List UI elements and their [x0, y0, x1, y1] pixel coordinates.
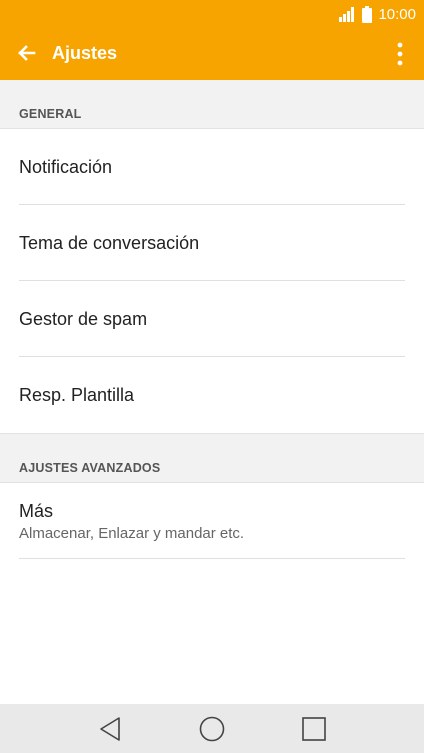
page-title: Ajustes — [52, 43, 118, 63]
section-header-advanced: AJUSTES AVANZADOS — [0, 433, 424, 483]
navigation-bar — [0, 704, 424, 753]
more-vert-icon[interactable] — [386, 40, 414, 68]
setting-label: Notificación — [19, 156, 113, 177]
setting-gestor-spam[interactable]: Gestor de spam — [0, 281, 424, 357]
setting-label: Más — [19, 500, 54, 521]
status-time: 10:00 — [378, 5, 416, 23]
nav-home-icon[interactable] — [198, 715, 226, 743]
setting-label: Tema de conversación — [19, 232, 200, 253]
nav-recents-icon[interactable] — [301, 716, 327, 742]
setting-label: Gestor de spam — [19, 308, 148, 329]
setting-tema-conversacion[interactable]: Tema de conversación — [0, 205, 424, 281]
setting-mas[interactable]: Más Almacenar, Enlazar y mandar etc. — [0, 483, 424, 559]
battery-icon — [362, 5, 373, 23]
divider — [19, 558, 405, 559]
signal-icon — [339, 7, 355, 22]
nav-back-icon[interactable] — [97, 716, 123, 742]
back-arrow-icon[interactable] — [12, 40, 40, 68]
settings-list: GENERAL Notificación Tema de conversació… — [0, 80, 424, 704]
setting-notificacion[interactable]: Notificación — [0, 129, 424, 205]
setting-label: Resp. Plantilla — [19, 384, 135, 405]
app-bar: Ajustes — [0, 28, 424, 80]
section-header-general: GENERAL — [0, 80, 424, 129]
status-bar: 10:00 — [0, 0, 424, 28]
status-icons: 10:00 — [338, 5, 416, 23]
setting-subtitle: Almacenar, Enlazar y mandar etc. — [19, 524, 245, 542]
setting-resp-plantilla[interactable]: Resp. Plantilla — [0, 357, 424, 433]
